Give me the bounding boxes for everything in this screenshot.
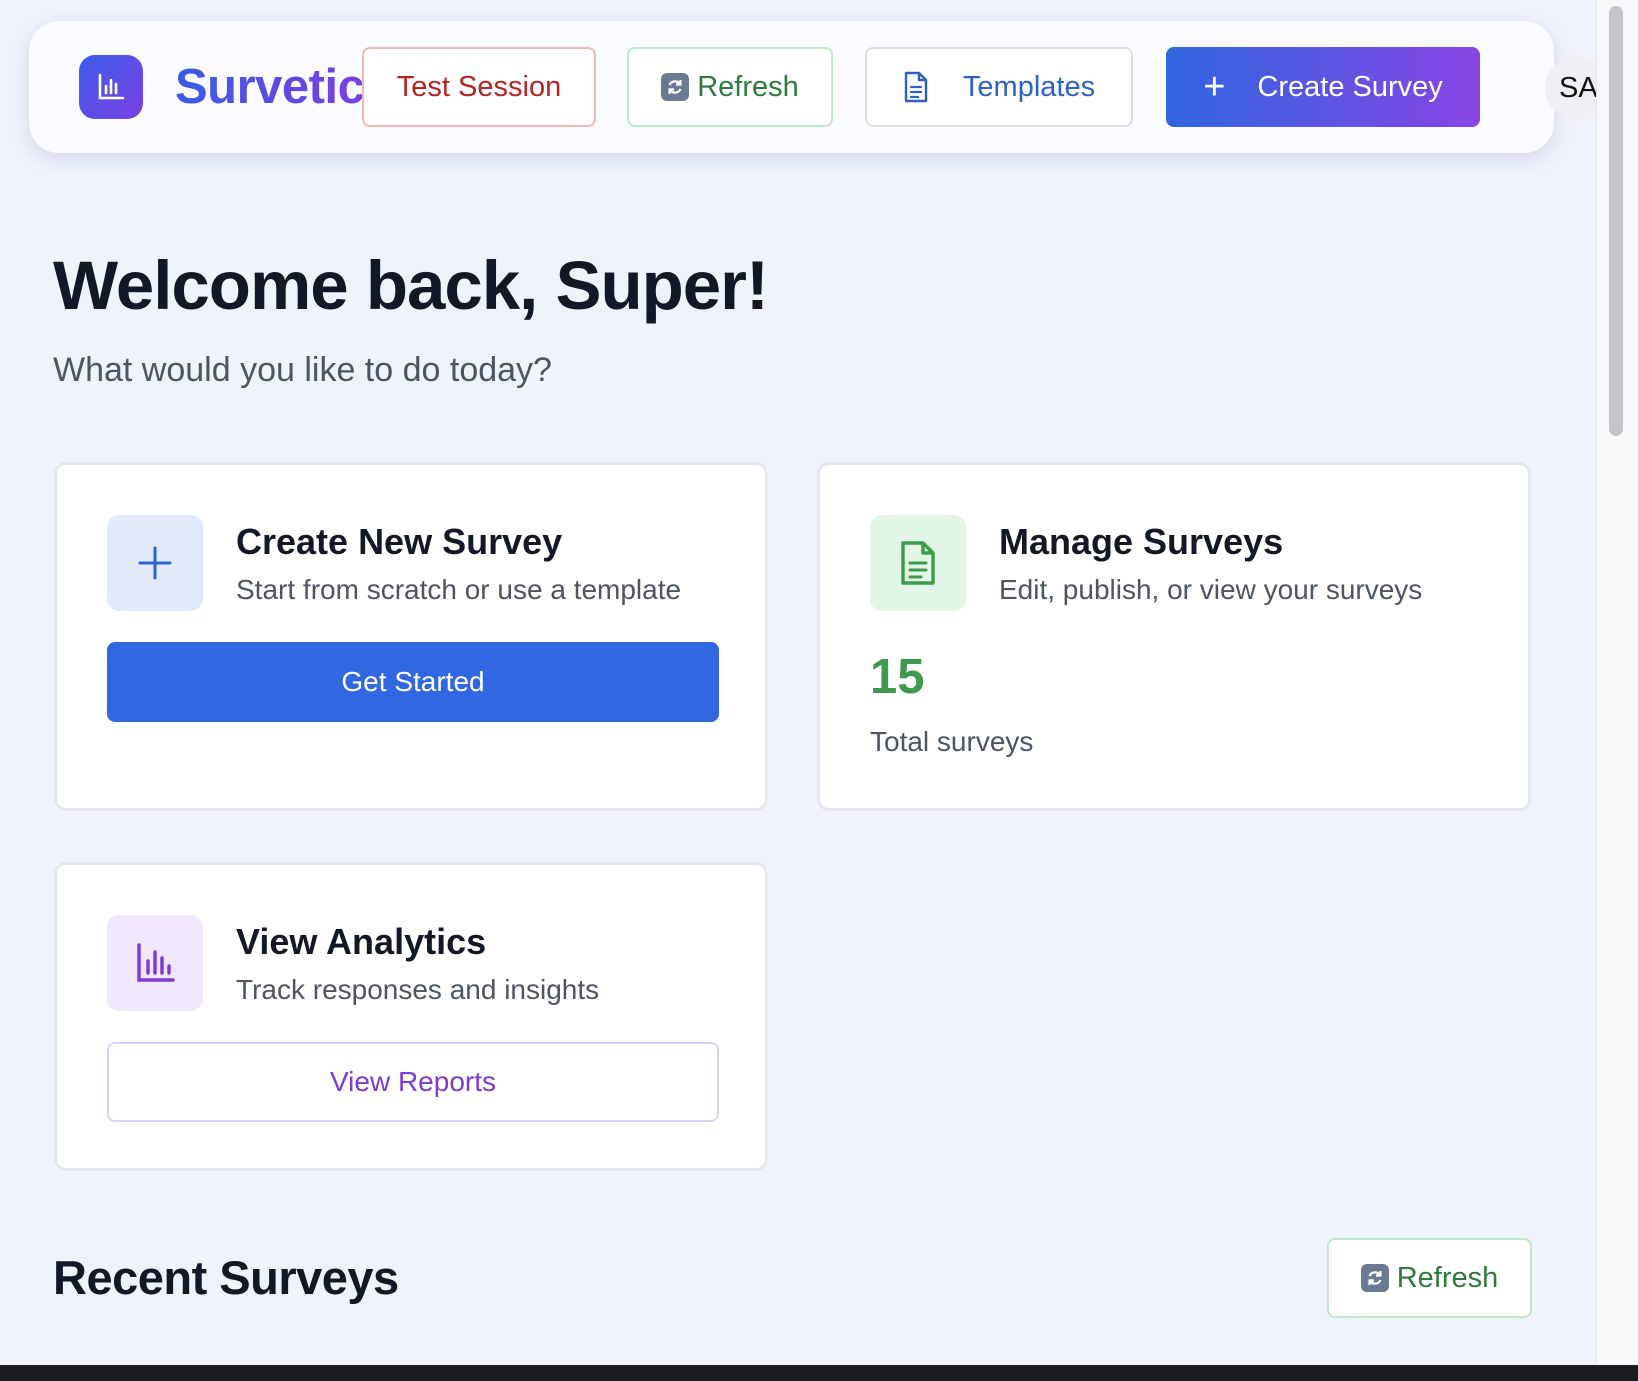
page-subtitle: What would you like to do today? bbox=[53, 351, 552, 389]
card-description: Track responses and insights bbox=[236, 974, 600, 1005]
page-title: Welcome back, Super! bbox=[53, 247, 769, 324]
plus-icon bbox=[107, 515, 203, 611]
document-icon bbox=[870, 515, 966, 611]
card-description: Start from scratch or use a template bbox=[236, 574, 682, 605]
manage-surveys-card[interactable]: Manage Surveys Edit, publish, or view yo… bbox=[817, 462, 1531, 811]
create-survey-label: Create Survey bbox=[1257, 70, 1443, 103]
avatar-initials: SA bbox=[1559, 71, 1598, 104]
test-session-button[interactable]: Test Session bbox=[362, 47, 596, 127]
card-title: Create New Survey bbox=[236, 521, 563, 562]
vertical-scrollbar[interactable] bbox=[1596, 0, 1638, 1365]
test-session-label: Test Session bbox=[396, 70, 562, 103]
scrollbar-thumb[interactable] bbox=[1609, 6, 1623, 436]
total-surveys-count: 15 bbox=[870, 650, 925, 704]
create-survey-card: Create New Survey Start from scratch or … bbox=[54, 462, 768, 811]
refresh-label: Refresh bbox=[697, 70, 799, 103]
card-title: Manage Surveys bbox=[999, 521, 1284, 562]
recent-refresh-button[interactable]: Refresh bbox=[1327, 1238, 1532, 1318]
logo[interactable] bbox=[79, 55, 143, 119]
view-reports-label: View Reports bbox=[329, 1066, 496, 1097]
get-started-button[interactable]: Get Started bbox=[107, 642, 719, 722]
document-icon bbox=[903, 71, 929, 103]
bar-chart-icon bbox=[107, 915, 203, 1011]
create-survey-button[interactable]: + Create Survey bbox=[1166, 47, 1480, 127]
refresh-icon bbox=[661, 73, 690, 101]
refresh-icon bbox=[1360, 1264, 1389, 1292]
templates-label: Templates bbox=[962, 70, 1096, 103]
bar-chart-icon bbox=[98, 73, 125, 100]
window-bottom-edge bbox=[0, 1365, 1638, 1381]
card-title: View Analytics bbox=[236, 921, 487, 962]
total-surveys-label: Total surveys bbox=[870, 726, 1034, 757]
templates-button[interactable]: Templates bbox=[865, 47, 1133, 127]
card-description: Edit, publish, or view your surveys bbox=[999, 574, 1423, 605]
plus-icon: + bbox=[1203, 66, 1226, 108]
refresh-button[interactable]: Refresh bbox=[627, 47, 833, 127]
get-started-label: Get Started bbox=[341, 666, 485, 697]
refresh-label: Refresh bbox=[1396, 1261, 1499, 1294]
view-analytics-card: View Analytics Track responses and insig… bbox=[54, 862, 768, 1171]
recent-surveys-heading: Recent Surveys bbox=[53, 1251, 399, 1304]
view-reports-button[interactable]: View Reports bbox=[107, 1042, 719, 1122]
brand-name[interactable]: Survetic bbox=[175, 59, 365, 115]
top-header: Survetic Test Session Refresh Templates … bbox=[29, 21, 1609, 153]
